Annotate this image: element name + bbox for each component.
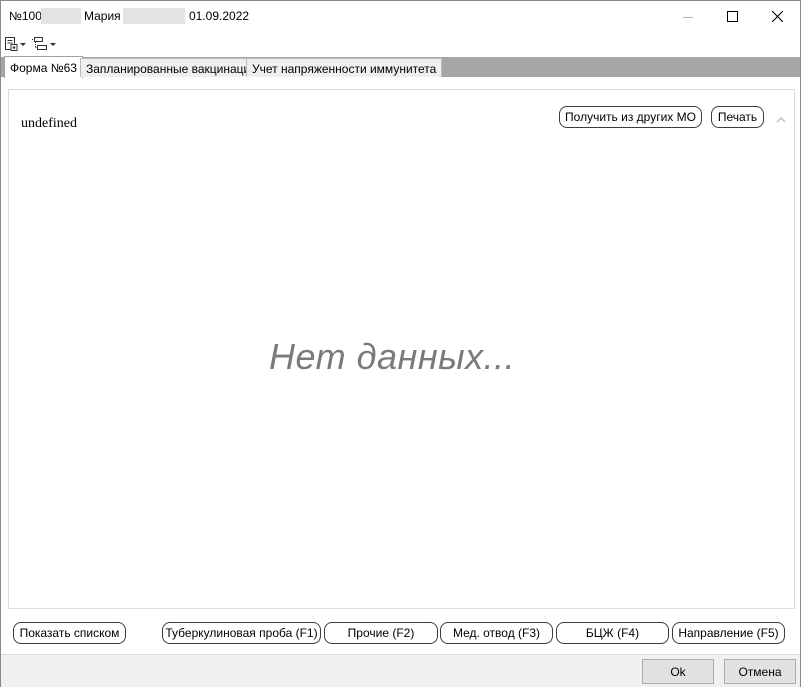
bcg-button[interactable]: БЦЖ (F4)	[556, 622, 669, 644]
print-button[interactable]: Печать	[711, 106, 764, 128]
tab-form-63[interactable]: Форма №63	[4, 56, 83, 78]
tree-structure-icon	[32, 37, 47, 50]
record-number: №100	[9, 9, 42, 23]
vertical-scrollbar[interactable]	[774, 114, 788, 609]
form-content-panel: undefined Получить из других МО Печать Н…	[8, 89, 795, 609]
title-bar: №100 Мария 01.09.2022	[1, 1, 800, 32]
get-from-other-mo-button[interactable]: Получить из других МО	[559, 106, 702, 128]
patient-name: Мария	[84, 9, 121, 23]
show-list-button[interactable]: Показать списком	[13, 622, 126, 644]
tab-immunity-tracking[interactable]: Учет напряженности иммунитета	[246, 58, 443, 77]
maximize-button[interactable]	[709, 1, 755, 32]
tab-strip: Форма №63 Запланированные вакцинации Уче…	[1, 56, 800, 78]
toolbar	[1, 32, 800, 56]
form-header-text: undefined	[21, 116, 77, 131]
empty-state-text: Нет данных...	[269, 336, 516, 377]
tree-structure-dropdown[interactable]	[31, 35, 56, 53]
tuberculin-test-button[interactable]: Туберкулиновая проба (F1)	[162, 622, 321, 644]
chevron-down-icon	[50, 42, 56, 46]
patient-vaccination-window: №100 Мария 01.09.2022 Форма №63 Запланир…	[0, 0, 801, 687]
document-settings-icon	[5, 37, 18, 51]
minimize-icon	[683, 16, 693, 18]
chevron-down-icon	[20, 42, 26, 46]
close-icon	[771, 11, 783, 22]
tab-planned-vaccinations[interactable]: Запланированные вакцинации	[80, 58, 263, 77]
document-settings-dropdown[interactable]	[5, 35, 26, 53]
maximize-icon	[726, 11, 738, 22]
minimize-button[interactable]	[665, 1, 711, 32]
referral-button[interactable]: Направление (F5)	[672, 622, 785, 644]
medical-exemption-button[interactable]: Мед. отвод (F3)	[440, 622, 553, 644]
redacted-number	[41, 8, 81, 24]
record-date: 01.09.2022	[189, 9, 250, 23]
other-vaccinations-button[interactable]: Прочие (F2)	[324, 622, 438, 644]
scroll-up-icon[interactable]	[776, 116, 786, 123]
dialog-footer: Ok Отмена	[1, 654, 800, 687]
close-button[interactable]	[754, 1, 800, 32]
ok-button[interactable]: Ok	[642, 659, 714, 684]
redacted-surname	[123, 8, 185, 24]
cancel-button[interactable]: Отмена	[724, 659, 796, 684]
